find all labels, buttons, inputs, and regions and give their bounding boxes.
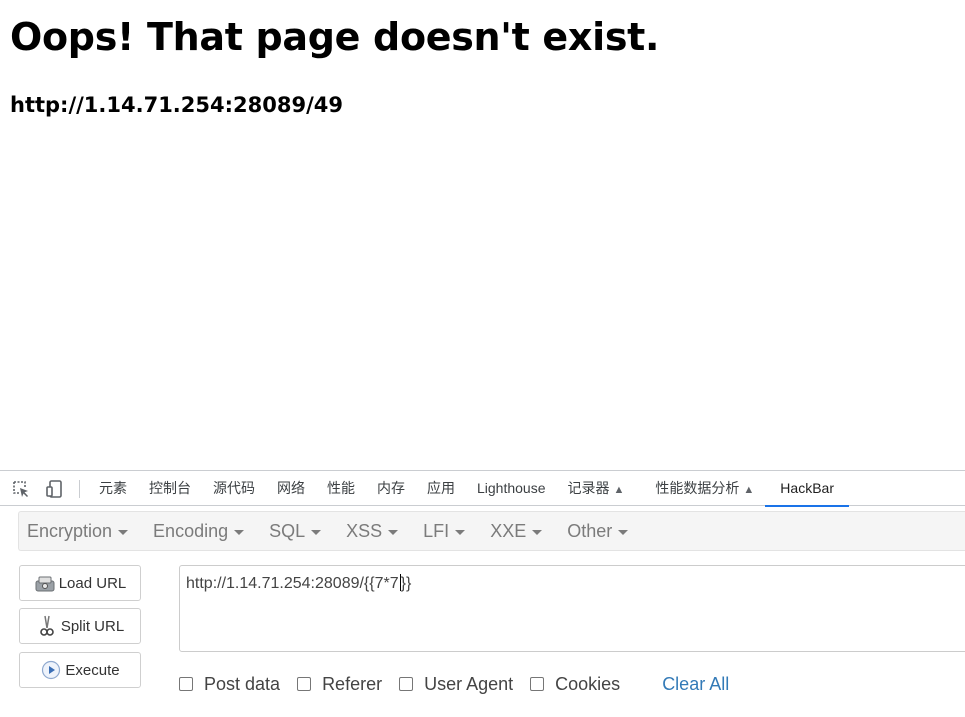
tab-console[interactable]: 控制台 (138, 471, 202, 506)
devtools-panel: 元素 控制台 源代码 网络 性能 内存 应用 Lighthouse 记录器 ▲ 性… (0, 470, 965, 717)
url-textarea[interactable] (179, 565, 965, 652)
tab-elements[interactable]: 元素 (88, 471, 138, 506)
devtools-tabbar: 元素 控制台 源代码 网络 性能 内存 应用 Lighthouse 记录器 ▲ 性… (0, 471, 965, 507)
tab-performance[interactable]: 性能 (316, 471, 366, 506)
devtools-tabs: 元素 控制台 源代码 网络 性能 内存 应用 Lighthouse 记录器 ▲ 性… (88, 471, 849, 507)
cookies-checkbox[interactable] (530, 677, 545, 691)
scissors-icon (36, 615, 58, 637)
toolbar-divider (79, 480, 80, 498)
post-data-option[interactable]: Post data (179, 674, 280, 695)
menu-other[interactable]: Other (559, 521, 636, 542)
caret-down-icon (388, 529, 399, 535)
tab-sources[interactable]: 源代码 (202, 471, 266, 506)
load-url-button[interactable]: Load URL (19, 565, 141, 601)
caret-down-icon (118, 529, 129, 535)
inspect-element-icon[interactable] (10, 478, 32, 500)
experimental-flask-icon: ▲ (743, 484, 755, 496)
execute-button[interactable]: Execute (19, 652, 141, 688)
page-title: Oops! That page doesn't exist. (10, 15, 660, 59)
caret-down-icon (311, 529, 322, 535)
menu-xss[interactable]: XSS (338, 521, 406, 542)
tab-performance-insights[interactable]: 性能数据分析 ▲ (635, 471, 765, 506)
requested-url: http://1.14.71.254:28089/49 (10, 93, 343, 117)
menu-encoding[interactable]: Encoding (145, 521, 252, 542)
page-content: Oops! That page doesn't exist. http://1.… (0, 0, 965, 470)
caret-down-icon (532, 529, 543, 535)
experimental-flask-icon: ▲ (613, 484, 625, 496)
menu-lfi[interactable]: LFI (415, 521, 473, 542)
hackbar-menubar: Encryption Encoding SQL XSS LFI XXE Othe… (18, 511, 965, 551)
tab-recorder[interactable]: 记录器 ▲ (557, 471, 636, 506)
play-icon (40, 659, 62, 681)
referer-checkbox[interactable] (297, 677, 312, 691)
tab-memory[interactable]: 内存 (366, 471, 416, 506)
device-toolbar-icon[interactable] (44, 478, 66, 500)
user-agent-checkbox[interactable] (399, 677, 414, 691)
menu-xxe[interactable]: XXE (482, 521, 550, 542)
tab-network[interactable]: 网络 (266, 471, 316, 506)
load-url-icon (34, 572, 56, 594)
cookies-option[interactable]: Cookies (530, 674, 620, 695)
hackbar-options: Post data Referer User Agent Cookies Cle… (179, 672, 729, 696)
menu-encryption[interactable]: Encryption (19, 521, 136, 542)
post-data-checkbox[interactable] (179, 677, 193, 691)
split-url-button[interactable]: Split URL (19, 608, 141, 644)
tab-lighthouse[interactable]: Lighthouse (466, 471, 557, 506)
caret-down-icon (618, 529, 629, 535)
tab-application[interactable]: 应用 (416, 471, 466, 506)
clear-all-link[interactable]: Clear All (662, 674, 729, 695)
menu-sql[interactable]: SQL (261, 521, 329, 542)
user-agent-option[interactable]: User Agent (399, 674, 513, 695)
referer-option[interactable]: Referer (297, 674, 382, 695)
caret-down-icon (234, 529, 245, 535)
tab-hackbar[interactable]: HackBar (765, 471, 849, 507)
caret-down-icon (455, 529, 466, 535)
